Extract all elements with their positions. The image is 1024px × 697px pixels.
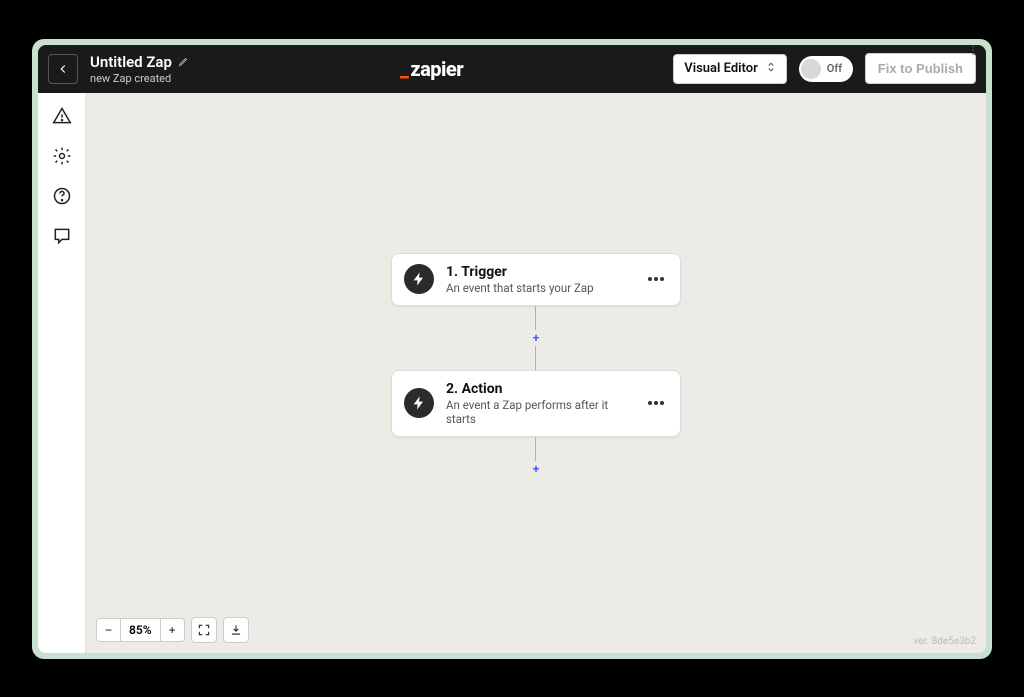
step-menu-button[interactable] bbox=[644, 397, 668, 409]
connector: + bbox=[533, 306, 540, 370]
back-button[interactable] bbox=[48, 54, 78, 84]
step-title: 2. Action bbox=[446, 381, 632, 397]
step-desc: An event that starts your Zap bbox=[446, 281, 632, 295]
fit-screen-button[interactable] bbox=[191, 617, 217, 643]
version-label: ver. 8de5e3b2 bbox=[914, 636, 976, 647]
toggle-knob bbox=[801, 59, 821, 79]
zoom-level: 85% bbox=[120, 619, 160, 641]
editor-mode-select[interactable]: Visual Editor bbox=[673, 54, 787, 84]
connector-end: + bbox=[533, 437, 540, 477]
bolt-icon bbox=[404, 264, 434, 294]
add-step-button[interactable]: + bbox=[533, 332, 540, 344]
zap-enable-toggle[interactable]: Off bbox=[799, 56, 853, 82]
settings-icon[interactable] bbox=[51, 145, 73, 167]
select-chevrons-icon bbox=[766, 61, 776, 77]
comments-icon[interactable] bbox=[51, 225, 73, 247]
edit-title-icon[interactable] bbox=[178, 52, 190, 71]
zap-subtitle: new Zap created bbox=[90, 72, 190, 85]
zap-title-block: Untitled Zap new Zap created bbox=[90, 52, 190, 84]
bolt-icon bbox=[404, 388, 434, 418]
action-step-card[interactable]: 2. Action An event a Zap performs after … bbox=[391, 370, 681, 437]
step-menu-button[interactable] bbox=[644, 273, 668, 285]
zoom-out-button[interactable]: − bbox=[97, 619, 120, 641]
toggle-label: Off bbox=[827, 62, 842, 75]
editor-body: 1. Trigger An event that starts your Zap… bbox=[38, 93, 986, 653]
zap-title[interactable]: Untitled Zap bbox=[90, 53, 172, 71]
add-step-button[interactable]: + bbox=[533, 463, 540, 475]
arrow-left-icon bbox=[56, 62, 70, 76]
step-desc: An event a Zap performs after it starts bbox=[446, 398, 632, 426]
help-icon[interactable] bbox=[51, 185, 73, 207]
step-title: 1. Trigger bbox=[446, 264, 632, 280]
warnings-icon[interactable] bbox=[51, 105, 73, 127]
editor-mode-label: Visual Editor bbox=[684, 61, 758, 76]
zapier-logo: _zapier bbox=[400, 57, 463, 81]
zoom-in-button[interactable]: + bbox=[160, 619, 184, 641]
trigger-step-card[interactable]: 1. Trigger An event that starts your Zap bbox=[391, 253, 681, 306]
download-button[interactable] bbox=[223, 617, 249, 643]
left-sidebar bbox=[38, 93, 86, 653]
zoom-toolbar: − 85% + bbox=[96, 617, 249, 643]
workflow-canvas[interactable]: 1. Trigger An event that starts your Zap… bbox=[86, 93, 986, 653]
window-menu-dots: ⋮ bbox=[967, 43, 978, 57]
app-header: Untitled Zap new Zap created _zapier Vis… bbox=[38, 45, 986, 93]
publish-button[interactable]: Fix to Publish bbox=[865, 53, 976, 84]
